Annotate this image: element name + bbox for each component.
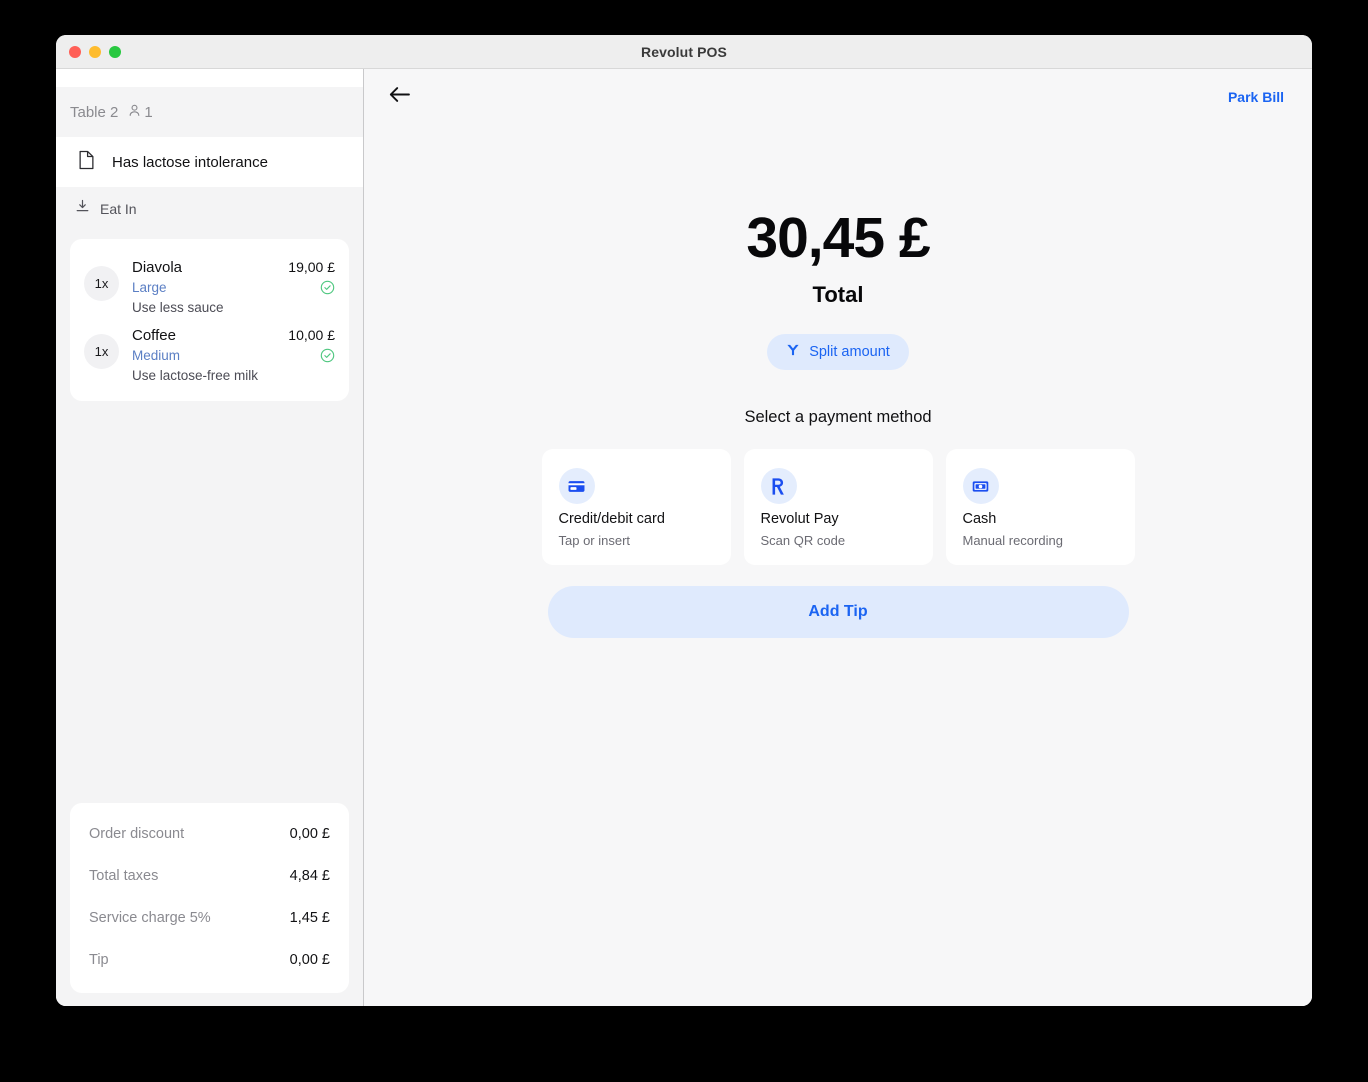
payment-method-title: Credit/debit card	[558, 511, 665, 527]
order-note-text: Has lactose intolerance	[112, 153, 268, 171]
order-sidebar: Table 2 1 Has lactose intolerance Eat In…	[56, 69, 364, 1006]
check-circle-icon	[320, 348, 335, 363]
add-tip-button[interactable]: Add Tip	[547, 586, 1129, 638]
window-controls[interactable]	[69, 35, 121, 68]
add-tip-label: Add Tip	[808, 603, 868, 620]
back-button[interactable]	[384, 82, 414, 112]
order-note-row[interactable]: Has lactose intolerance	[56, 137, 363, 187]
item-name: Diavola	[132, 259, 183, 276]
order-item-row[interactable]: 1x Diavola 19,00 £ Large Use less sauce	[70, 253, 349, 321]
payment-methods-list: Credit/debit card Tap or insert Revolut …	[541, 449, 1135, 565]
park-bill-button[interactable]: Park Bill	[1228, 89, 1284, 105]
item-details: Coffee 10,00 £ Medium Use lactose-free m…	[132, 327, 335, 383]
minimize-button[interactable]	[89, 45, 101, 58]
item-header-line: Coffee 10,00 £	[132, 327, 335, 344]
item-header-line: Diavola 19,00 £	[132, 259, 335, 276]
item-name: Coffee	[132, 327, 176, 344]
item-variant-line: Large	[132, 279, 335, 295]
item-price: 19,00 £	[288, 259, 335, 275]
app-content: Table 2 1 Has lactose intolerance Eat In…	[56, 69, 1312, 1006]
split-amount-label: Split amount	[809, 344, 890, 360]
window-titlebar: Revolut POS	[56, 35, 1312, 69]
item-quantity-badge: 1x	[84, 334, 119, 369]
grand-total-amount: 30,45 £	[746, 206, 930, 270]
back-arrow-icon	[389, 86, 410, 108]
total-value: 0,00 £	[289, 952, 330, 968]
note-icon	[78, 150, 95, 175]
total-row-order-discount[interactable]: Order discount 0,00 £	[70, 813, 349, 855]
payment-method-heading: Select a payment method	[744, 408, 932, 426]
item-variant: Medium	[132, 347, 181, 363]
item-variant: Large	[132, 279, 167, 295]
eat-in-icon	[75, 199, 90, 219]
check-circle-icon	[320, 280, 335, 295]
order-totals-card: Order discount 0,00 £ Total taxes 4,84 £…	[70, 803, 349, 993]
order-items-card: 1x Diavola 19,00 £ Large Use less sauce …	[70, 239, 349, 401]
window-title: Revolut POS	[641, 43, 727, 60]
item-details: Diavola 19,00 £ Large Use less sauce	[132, 259, 335, 315]
grand-total-label: Total	[812, 282, 864, 307]
cash-icon	[962, 468, 999, 504]
total-row-tip[interactable]: Tip 0,00 £	[70, 939, 349, 981]
payment-method-subtitle: Scan QR code	[760, 533, 846, 548]
item-note: Use lactose-free milk	[132, 368, 259, 383]
split-amount-button[interactable]: Split amount	[767, 334, 909, 370]
split-icon	[786, 343, 800, 362]
payment-topbar: Park Bill	[364, 69, 1312, 125]
item-note: Use less sauce	[132, 300, 224, 315]
guest-count-group: 1	[127, 103, 153, 122]
order-item-row[interactable]: 1x Coffee 10,00 £ Medium Use lactose-fre…	[70, 321, 349, 389]
total-value: 1,45 £	[289, 910, 330, 926]
person-icon	[127, 103, 142, 122]
item-price: 10,00 £	[288, 327, 335, 343]
total-label: Total taxes	[89, 868, 159, 884]
credit-card-icon	[558, 468, 595, 504]
payment-panel: Park Bill 30,45 £ Total Split amount Sel…	[364, 69, 1312, 1006]
table-name: Table 2	[70, 103, 119, 121]
total-row-total-taxes[interactable]: Total taxes 4,84 £	[70, 855, 349, 897]
payment-method-title: Cash	[962, 511, 997, 527]
app-window: Revolut POS Table 2 1 Has lactose intole…	[56, 35, 1312, 1006]
total-value: 4,84 £	[289, 868, 330, 884]
service-type-label: Eat In	[100, 201, 137, 217]
item-quantity-badge: 1x	[84, 266, 119, 301]
total-label: Order discount	[89, 826, 185, 842]
payment-method-cash[interactable]: Cash Manual recording	[945, 449, 1135, 565]
guest-count: 1	[144, 103, 153, 121]
maximize-button[interactable]	[109, 45, 121, 58]
total-label: Service charge 5%	[89, 910, 211, 926]
table-header[interactable]: Table 2 1	[56, 87, 363, 137]
total-label: Tip	[89, 952, 109, 968]
sidebar-top-strip	[56, 69, 363, 87]
payment-method-title: Revolut Pay	[760, 511, 839, 527]
payment-area: 30,45 £ Total Split amount Select a paym…	[364, 125, 1312, 638]
payment-method-credit-debit-card[interactable]: Credit/debit card Tap or insert	[541, 449, 731, 565]
payment-method-revolut-pay[interactable]: Revolut Pay Scan QR code	[743, 449, 933, 565]
service-type-row[interactable]: Eat In	[56, 187, 363, 231]
total-row-service-charge[interactable]: Service charge 5% 1,45 £	[70, 897, 349, 939]
item-variant-line: Medium	[132, 347, 335, 363]
close-button[interactable]	[69, 45, 81, 58]
revolut-r-icon	[760, 468, 797, 504]
total-value: 0,00 £	[289, 826, 330, 842]
payment-method-subtitle: Tap or insert	[558, 533, 631, 548]
payment-method-subtitle: Manual recording	[962, 533, 1063, 548]
